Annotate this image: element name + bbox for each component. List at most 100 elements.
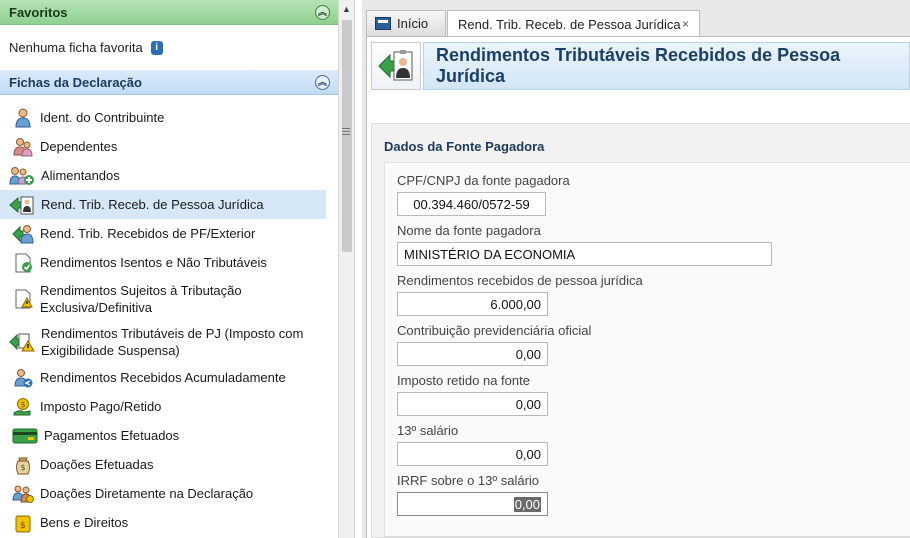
page-header: Rendimentos Tributáveis Recebidos de Pes… bbox=[367, 37, 910, 93]
contribuicao-label: Contribuição previdenciária oficial bbox=[397, 323, 592, 338]
sidebar-item-ident-contribuinte[interactable]: Ident. do Contribuinte bbox=[0, 103, 338, 132]
sidebar-item-dependentes[interactable]: Dependentes bbox=[0, 132, 338, 161]
sidebar-item-label: Pagamentos Efetuados bbox=[44, 428, 180, 443]
sidebar-item-alimentandos[interactable]: Alimentandos bbox=[0, 161, 338, 190]
person-icon bbox=[12, 107, 34, 129]
isentos-icon bbox=[12, 252, 34, 274]
sidebar-item-rend-pf[interactable]: Rend. Trib. Recebidos de PF/Exterior bbox=[0, 219, 338, 248]
close-icon[interactable]: × bbox=[682, 17, 689, 31]
sidebar-item-suspensa[interactable]: Rendimentos Tributáveis de PJ (Imposto c… bbox=[0, 320, 338, 363]
decimo-label: 13º salário bbox=[397, 423, 459, 438]
contribuicao-value: 0,00 bbox=[515, 346, 541, 362]
collapse-favorites-icon[interactable]: ︽ bbox=[315, 4, 330, 20]
splitter-grip-icon[interactable] bbox=[342, 128, 350, 138]
form-box: CPF/CNPJ da fonte pagadora 00.394.460/05… bbox=[384, 162, 910, 537]
irrf-field[interactable]: 0,00 bbox=[397, 492, 548, 516]
fichas-header[interactable]: Fichas da Declaração ︽ bbox=[0, 70, 338, 95]
rend-pj-icon bbox=[9, 194, 35, 216]
sidebar-item-label: Doações Diretamente na Declaração bbox=[40, 486, 254, 501]
sidebar-item-label: Imposto Pago/Retido bbox=[40, 399, 162, 414]
fichas-list: Ident. do Contribuinte Dependentes Alime… bbox=[0, 95, 338, 537]
svg-text:$: $ bbox=[20, 400, 25, 409]
sidebar-item-imposto-pago[interactable]: $ Imposto Pago/Retido bbox=[0, 392, 338, 421]
sidebar-item-pagamentos[interactable]: Pagamentos Efetuados bbox=[0, 421, 338, 450]
suspensa-icon bbox=[9, 331, 35, 353]
exclusiva-icon bbox=[12, 288, 34, 310]
back-button[interactable] bbox=[371, 42, 421, 90]
irrf-value: 0,00 bbox=[513, 496, 541, 512]
favorites-empty: Nenhuma ficha favorita i bbox=[0, 25, 338, 70]
collapse-fichas-icon[interactable]: ︽ bbox=[315, 74, 330, 90]
rendimentos-value: 6.000,00 bbox=[490, 296, 541, 312]
payment-card-icon bbox=[12, 425, 38, 447]
fonte-pagadora-panel: Dados da Fonte Pagadora CPF/CNPJ da font… bbox=[371, 123, 910, 538]
tab-inicio[interactable]: Início bbox=[366, 10, 446, 36]
sidebar-item-label: Alimentandos bbox=[41, 168, 120, 183]
page-title: Rendimentos Tributáveis Recebidos de Pes… bbox=[423, 42, 910, 90]
home-icon bbox=[375, 17, 391, 30]
sidebar-item-label: Rendimentos Recebidos Acumuladamente bbox=[40, 370, 286, 385]
sidebar-item-doacoes[interactable]: $ Doações Efetuadas bbox=[0, 450, 338, 479]
sidebar-item-label: Rendimentos Tributáveis de PJ (Imposto c… bbox=[41, 325, 304, 358]
sidebar-item-label: Rendimentos Sujeitos à Tributação Exclus… bbox=[40, 282, 242, 315]
sidebar-item-label: Dependentes bbox=[40, 139, 118, 154]
tab-inicio-label: Início bbox=[397, 16, 429, 31]
decimo-field-group: 13º salário 0,00 bbox=[397, 423, 548, 466]
sidebar-item-doacoes-diretas[interactable]: Doações Diretamente na Declaração bbox=[0, 479, 338, 508]
irrf-field-group: IRRF sobre o 13º salário 0,00 bbox=[397, 473, 548, 516]
decimo-value: 0,00 bbox=[515, 446, 541, 462]
tab-rend-pj[interactable]: Rend. Trib. Receb. de Pessoa Jurídica × bbox=[447, 10, 700, 37]
cnpj-field-group: CPF/CNPJ da fonte pagadora 00.394.460/05… bbox=[397, 173, 570, 216]
bens-icon: $ bbox=[12, 512, 34, 534]
main-area: Início Rend. Trib. Receb. de Pessoa Jurí… bbox=[362, 0, 910, 538]
sidebar-scrollbar[interactable]: ▲ bbox=[338, 0, 355, 538]
favorites-header[interactable]: Favoritos ︽ bbox=[0, 0, 338, 25]
sidebar-item-label: Rendimentos Isentos e Não Tributáveis bbox=[40, 255, 267, 270]
sidebar-item-label: Bens e Direitos bbox=[40, 515, 129, 530]
content-pane: Rendimentos Tributáveis Recebidos de Pes… bbox=[366, 36, 910, 538]
favorites-title: Favoritos bbox=[9, 4, 68, 20]
imposto-field[interactable]: 0,00 bbox=[397, 392, 548, 416]
imposto-field-group: Imposto retido na fonte 0,00 bbox=[397, 373, 548, 416]
rendimentos-field[interactable]: 6.000,00 bbox=[397, 292, 548, 316]
favorites-empty-text: Nenhuma ficha favorita bbox=[9, 40, 143, 55]
imposto-value: 0,00 bbox=[515, 396, 541, 412]
rendimentos-field-group: Rendimentos recebidos de pessoa jurídica… bbox=[397, 273, 643, 316]
cnpj-field[interactable]: 00.394.460/0572-59 bbox=[397, 192, 546, 216]
sidebar: Favoritos ︽ Nenhuma ficha favorita i Fic… bbox=[0, 0, 338, 538]
sidebar-item-label: Rend. Trib. Recebidos de PF/Exterior bbox=[40, 226, 256, 241]
tab-bar: Início Rend. Trib. Receb. de Pessoa Jurí… bbox=[362, 0, 910, 37]
sidebar-item-label: Doações Efetuadas bbox=[40, 457, 154, 472]
cnpj-value: 00.394.460/0572-59 bbox=[413, 196, 530, 212]
sidebar-item-label: Rend. Trib. Receb. de Pessoa Jurídica bbox=[41, 197, 264, 212]
donation-direct-icon bbox=[12, 483, 34, 505]
fichas-title: Fichas da Declaração bbox=[9, 74, 142, 90]
svg-text:$: $ bbox=[20, 521, 26, 531]
scroll-up-icon[interactable]: ▲ bbox=[342, 4, 351, 14]
rendimentos-label: Rendimentos recebidos de pessoa jurídica bbox=[397, 273, 643, 288]
nome-label: Nome da fonte pagadora bbox=[397, 223, 541, 238]
contribuicao-field[interactable]: 0,00 bbox=[397, 342, 548, 366]
sidebar-item-exclusiva[interactable]: Rendimentos Sujeitos à Tributação Exclus… bbox=[0, 277, 338, 320]
nome-field[interactable]: MINISTÉRIO DA ECONOMIA bbox=[397, 242, 772, 266]
sidebar-item-acumulados[interactable]: Rendimentos Recebidos Acumuladamente bbox=[0, 363, 338, 392]
sidebar-item-label: Ident. do Contribuinte bbox=[40, 110, 165, 125]
sidebar-item-isentos[interactable]: Rendimentos Isentos e Não Tributáveis bbox=[0, 248, 338, 277]
sidebar-item-bens-direitos[interactable]: $ Bens e Direitos bbox=[0, 508, 338, 537]
tab-rend-pj-label: Rend. Trib. Receb. de Pessoa Jurídica bbox=[458, 16, 681, 32]
imposto-pago-icon: $ bbox=[12, 396, 34, 418]
acumulados-icon bbox=[12, 367, 34, 389]
decimo-field[interactable]: 0,00 bbox=[397, 442, 548, 466]
info-icon[interactable]: i bbox=[150, 40, 163, 55]
sidebar-item-rend-pj[interactable]: Rend. Trib. Receb. de Pessoa Jurídica bbox=[0, 190, 326, 219]
rend-pf-icon bbox=[12, 223, 34, 245]
contribuicao-field-group: Contribuição previdenciária oficial 0,00 bbox=[397, 323, 591, 366]
cnpj-label: CPF/CNPJ da fonte pagadora bbox=[397, 173, 570, 188]
dependents-icon bbox=[12, 136, 34, 158]
irrf-label: IRRF sobre o 13º salário bbox=[397, 473, 540, 488]
section-title: Dados da Fonte Pagadora bbox=[384, 139, 545, 154]
imposto-label: Imposto retido na fonte bbox=[397, 373, 530, 388]
donation-icon: $ bbox=[12, 454, 34, 476]
nome-value: MINISTÉRIO DA ECONOMIA bbox=[404, 246, 576, 262]
svg-text:$: $ bbox=[20, 463, 25, 472]
